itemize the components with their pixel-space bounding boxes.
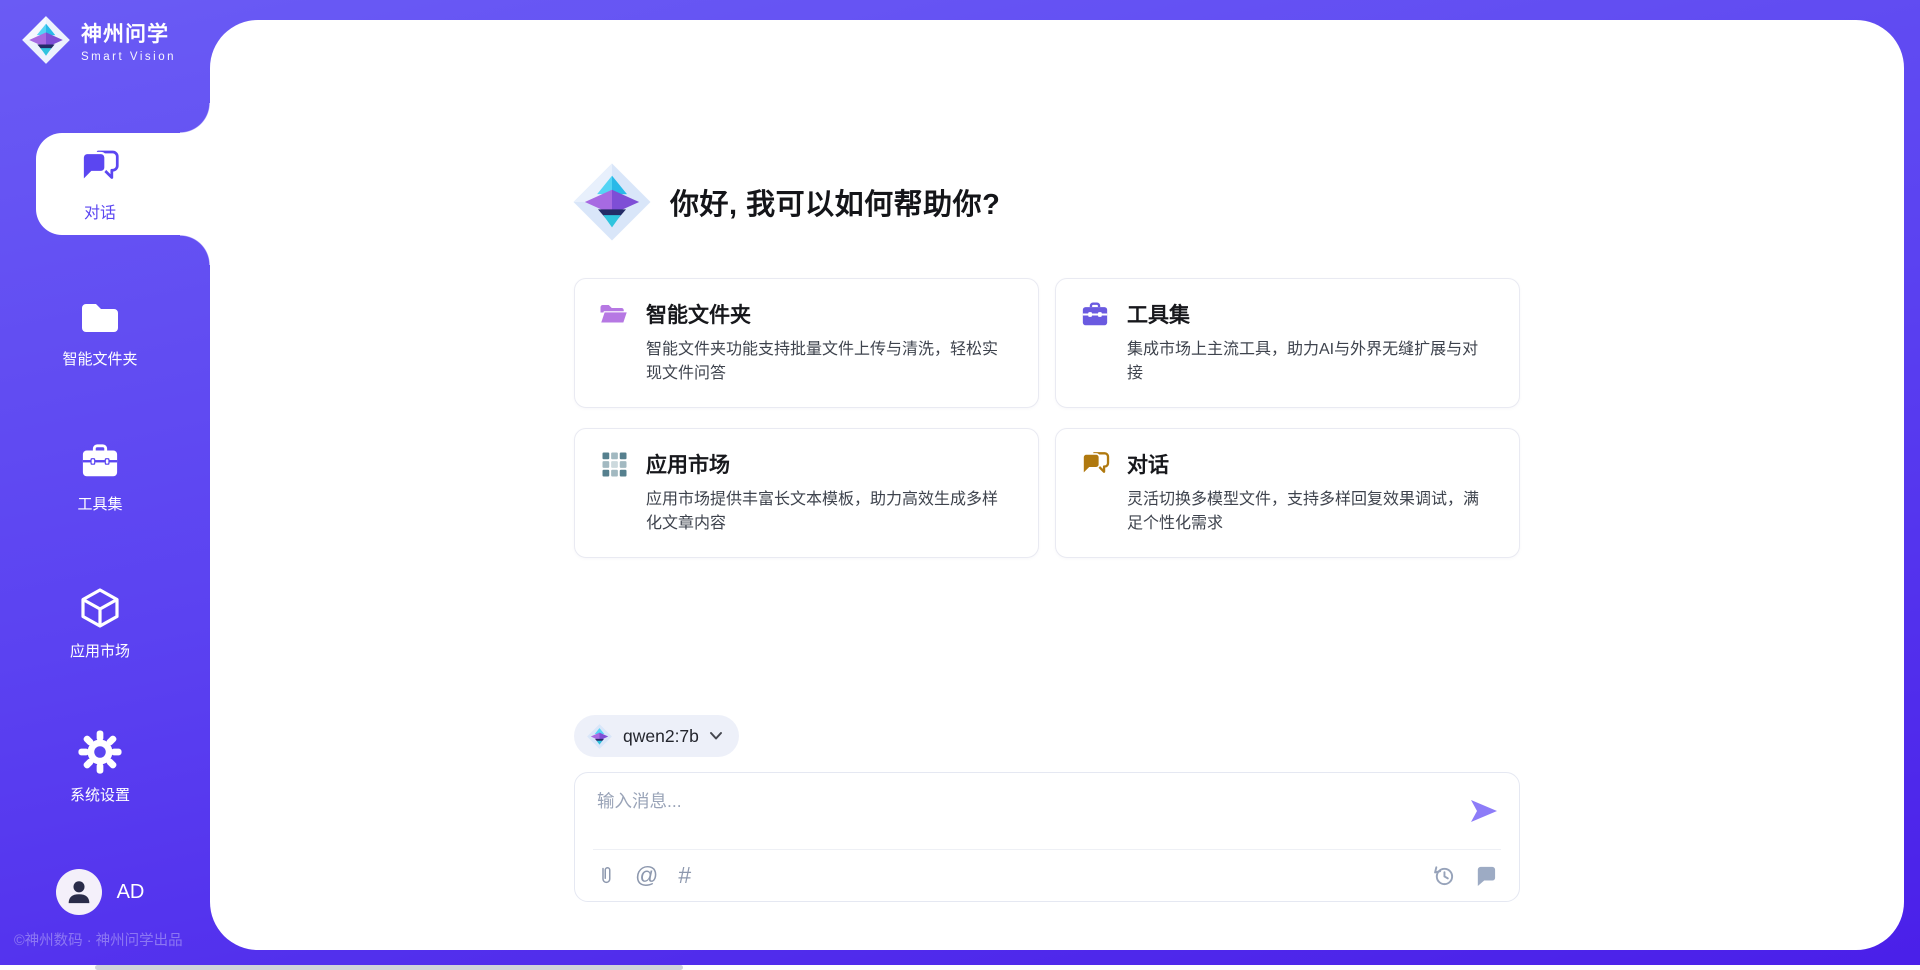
paperclip-icon [597, 864, 615, 888]
sidebar-item-label: 系统设置 [70, 784, 130, 805]
sidebar-item-label: 工具集 [77, 493, 122, 514]
quick-phrase-button[interactable] [1475, 866, 1497, 886]
chevron-down-icon [709, 731, 723, 741]
card-title: 工具集 [1127, 299, 1190, 329]
topic-button[interactable]: # [678, 862, 691, 889]
composer-dock: qwen2:7b [574, 715, 1520, 902]
sidebar-item-label: 应用市场 [70, 640, 130, 661]
briefcase-icon [1080, 299, 1110, 329]
brand: 神州问学 Smart Vision [20, 14, 176, 66]
send-icon [1469, 798, 1499, 824]
sidebar-item-settings[interactable]: 系统设置 [0, 729, 200, 805]
sidebar-item-market[interactable]: 应用市场 [0, 585, 200, 661]
chat-bubble-icon [1475, 866, 1497, 886]
avatar [56, 869, 102, 915]
card-title: 对话 [1127, 449, 1169, 479]
person-icon [62, 875, 96, 909]
feature-cards: 智能文件夹 智能文件夹功能支持批量文件上传与清洗，轻松实现文件问答 [574, 278, 1520, 558]
cube-icon [77, 585, 123, 631]
message-input[interactable] [575, 773, 1519, 849]
card-description: 智能文件夹功能支持批量文件上传与清洗，轻松实现文件问答 [646, 338, 1012, 386]
card-chat[interactable]: 对话 灵活切换多模型文件，支持多样回复效果调试，满足个性化需求 [1055, 428, 1520, 558]
horizontal-scrollbar[interactable] [0, 965, 1920, 970]
grid-icon [599, 449, 629, 479]
user-initials: AD [117, 881, 145, 904]
card-description: 灵活切换多模型文件，支持多样回复效果调试，满足个性化需求 [1127, 488, 1493, 536]
at-icon: @ [635, 862, 658, 889]
model-name: qwen2:7b [623, 726, 699, 747]
tab-fillet-bottom [180, 235, 210, 265]
mention-button[interactable]: @ [635, 862, 658, 889]
brand-subtitle: Smart Vision [81, 51, 176, 63]
composer-toolbar: @ # [575, 850, 1519, 901]
sidebar-item-tools[interactable]: 工具集 [0, 438, 200, 514]
folder-open-icon [599, 299, 629, 329]
model-logo-icon [586, 723, 613, 750]
hash-icon: # [678, 862, 691, 889]
composer: @ # [574, 772, 1520, 902]
greeting-row: 你好, 我可以如何帮助你? [570, 160, 1000, 244]
greeting-title: 你好, 我可以如何帮助你? [670, 181, 1000, 223]
card-smart-folder[interactable]: 智能文件夹 智能文件夹功能支持批量文件上传与清洗，轻松实现文件问答 [574, 278, 1039, 408]
gear-icon [77, 729, 123, 775]
card-description: 应用市场提供丰富长文本模板，助力高效生成多样化文章内容 [646, 488, 1012, 536]
model-selector[interactable]: qwen2:7b [574, 715, 739, 757]
chat-icon [77, 144, 123, 190]
scrollbar-thumb[interactable] [95, 965, 683, 970]
sidebar-item-label: 智能文件夹 [62, 348, 137, 369]
chat-icon [1080, 449, 1110, 479]
briefcase-icon [77, 438, 123, 484]
sidebar-item-label: 对话 [84, 199, 116, 223]
card-app-market[interactable]: 应用市场 应用市场提供丰富长文本模板，助力高效生成多样化文章内容 [574, 428, 1039, 558]
card-title: 应用市场 [646, 449, 730, 479]
history-clock-icon [1432, 864, 1455, 887]
card-toolset[interactable]: 工具集 集成市场上主流工具，助力AI与外界无缝扩展与对接 [1055, 278, 1520, 408]
brand-logo-icon [20, 14, 72, 66]
assistant-logo-icon [570, 160, 654, 244]
main-panel: 你好, 我可以如何帮助你? 智能文件夹 智能文件夹功能支持批量文件上传与清洗，轻… [210, 20, 1904, 950]
card-description: 集成市场上主流工具，助力AI与外界无缝扩展与对接 [1127, 338, 1493, 386]
sidebar: 神州问学 Smart Vision 对话 智能文件夹 [0, 0, 210, 970]
sidebar-item-folders[interactable]: 智能文件夹 [0, 293, 200, 369]
user-profile[interactable]: AD [0, 869, 200, 915]
send-button[interactable] [1467, 797, 1501, 827]
history-button[interactable] [1432, 864, 1455, 887]
folder-icon [77, 293, 123, 339]
brand-title: 神州问学 [81, 18, 176, 48]
sidebar-item-chat[interactable]: 对话 [0, 144, 200, 223]
attach-file-button[interactable] [597, 864, 615, 888]
tab-fillet-top [180, 103, 210, 133]
card-title: 智能文件夹 [646, 299, 751, 329]
copyright-text: ©神州数码 · 神州问学出品 [14, 929, 183, 950]
